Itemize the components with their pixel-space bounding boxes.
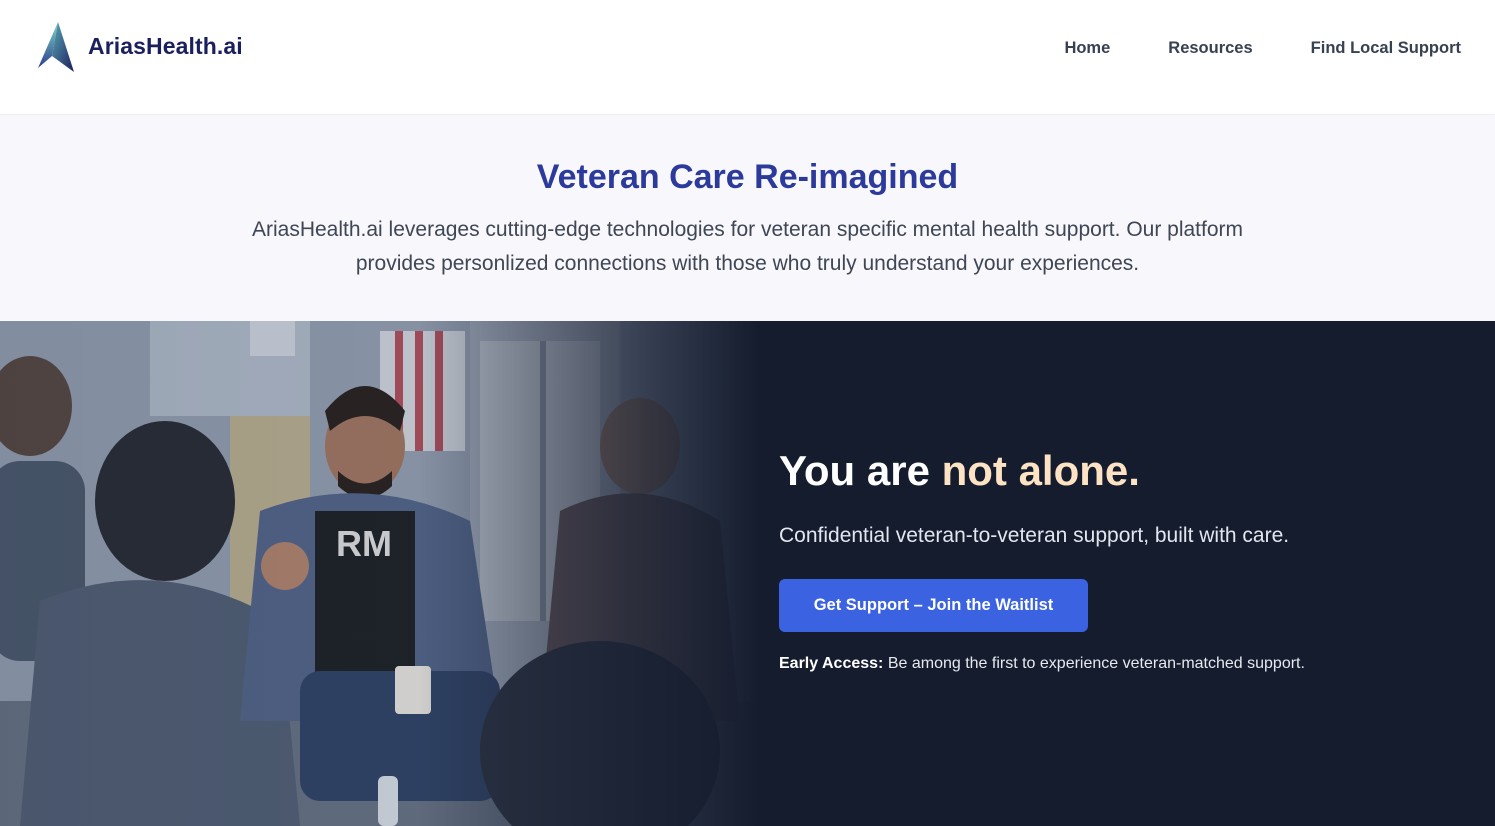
- hero-subtitle: Confidential veteran-to-veteran support,…: [779, 524, 1290, 547]
- hero-title-prefix: You are: [779, 447, 942, 494]
- veterans-group-photo: RM: [0, 321, 760, 826]
- hero-content: You are not alone. Confidential veteran-…: [779, 445, 1419, 676]
- hero-title-accent: not alone.: [941, 447, 1140, 494]
- nav-find-local-support-link[interactable]: Find Local Support: [1311, 36, 1461, 60]
- intro-section: Veteran Care Re-imagined AriasHealth.ai …: [0, 115, 1495, 321]
- intro-title: Veteran Care Re-imagined: [536, 158, 959, 196]
- early-access-note: Early Access: Be among the first to expe…: [779, 652, 1419, 676]
- hero-title: You are not alone.: [779, 445, 1419, 497]
- early-access-label: Early Access:: [779, 655, 884, 672]
- brand-home-link[interactable]: AriasHealth.ai: [36, 20, 243, 72]
- nav-resources-link[interactable]: Resources: [1168, 36, 1252, 60]
- nav-home-link[interactable]: Home: [1064, 36, 1110, 60]
- brand-name: AriasHealth.ai: [88, 32, 243, 59]
- early-access-text: Be among the first to experience veteran…: [883, 655, 1305, 672]
- mountain-peak-logo-icon: [38, 22, 74, 72]
- join-waitlist-button[interactable]: Get Support – Join the Waitlist: [779, 579, 1088, 632]
- photo-gradient-overlay: [0, 321, 760, 826]
- hero-section: RM You are not alone. Confidential veter…: [0, 321, 1495, 826]
- site-header: AriasHealth.ai Home Resources Find Local…: [0, 0, 1495, 115]
- intro-description: AriasHealth.ai leverages cutting-edge te…: [251, 218, 1244, 275]
- main-nav: Home Resources Find Local Support: [1064, 36, 1461, 60]
